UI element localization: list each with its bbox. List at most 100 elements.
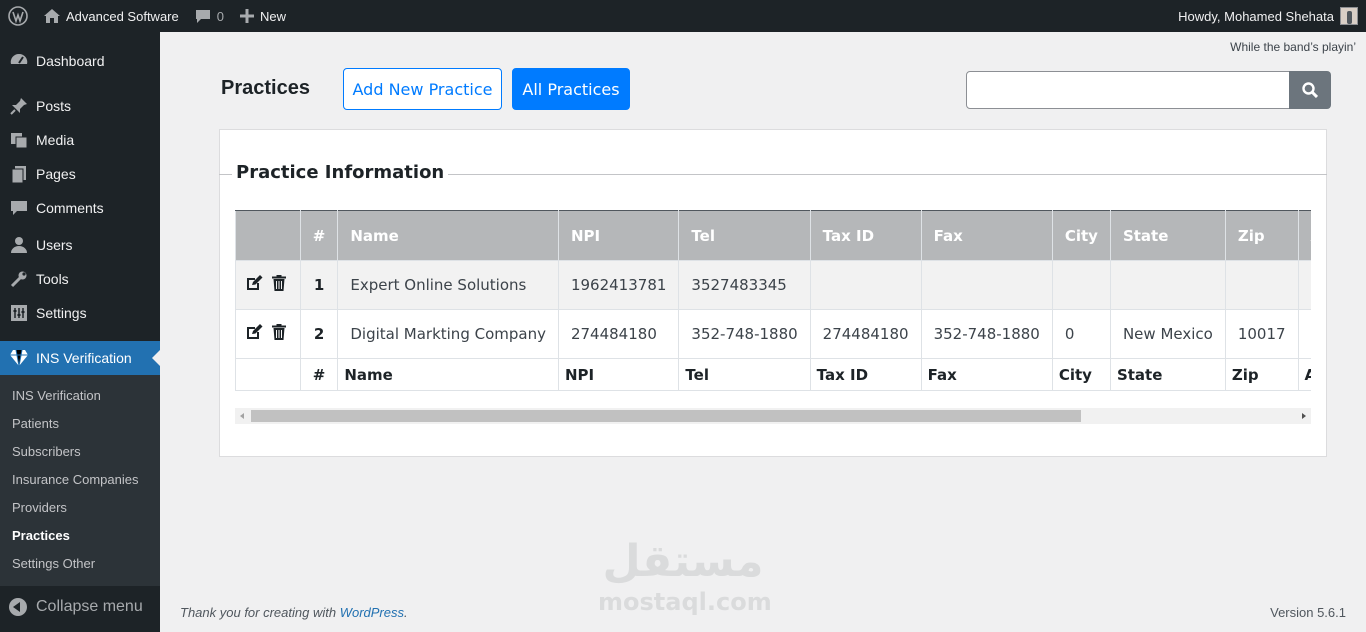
- cell-state: New Mexico: [1109, 309, 1226, 359]
- avatar: [1340, 7, 1358, 25]
- submenu-item-providers[interactable]: Providers: [12, 498, 67, 518]
- cell-city: [1051, 260, 1111, 310]
- greeting: Howdy, Mohamed Shehata: [1178, 8, 1334, 24]
- sidebar-item-label: Media: [36, 132, 75, 148]
- scroll-left-arrow-icon[interactable]: [240, 413, 244, 419]
- cell-zip: [1224, 260, 1299, 310]
- search-button[interactable]: [1289, 71, 1331, 109]
- new-content-link[interactable]: New: [232, 0, 294, 32]
- row-actions: [235, 309, 301, 359]
- admin-bar: Advanced Software 0 New Howdy, Mohamed S…: [0, 0, 1366, 32]
- header-npi[interactable]: NPI: [557, 210, 680, 261]
- add-new-practice-button[interactable]: Add New Practice: [343, 68, 502, 110]
- header-name[interactable]: Name: [337, 210, 559, 261]
- table-footer-row: # Name NPI Tel Tax ID Fax City State Zip…: [235, 358, 1311, 391]
- wordpress-link[interactable]: WordPress: [340, 605, 404, 620]
- footer-city: City: [1051, 358, 1111, 391]
- pages-icon: [9, 164, 29, 184]
- header-tel[interactable]: Tel: [678, 210, 811, 261]
- table-row: 2 Digital Markting Company 274484180 352…: [235, 309, 1311, 359]
- sidebar-item-label: Tools: [36, 271, 69, 287]
- submenu-item-settings-other[interactable]: Settings Other: [12, 554, 95, 574]
- header-fax[interactable]: Fax: [920, 210, 1053, 261]
- submenu-item-subscribers[interactable]: Subscribers: [12, 442, 81, 462]
- collapse-arrow-icon: [9, 598, 27, 616]
- comment-bubble-icon: [195, 9, 210, 23]
- plus-icon: [239, 9, 254, 23]
- footer-version: Version 5.6.1: [1270, 605, 1346, 620]
- diamond-icon: [9, 348, 29, 368]
- account-menu[interactable]: Howdy, Mohamed Shehata: [1178, 0, 1366, 32]
- watermark-arabic: مستقل: [602, 536, 764, 587]
- table-row: 1 Expert Online Solutions 1962413781 352…: [235, 260, 1311, 310]
- collapse-label: Collapse menu: [36, 598, 143, 615]
- practices-table-scroll[interactable]: # Name NPI Tel Tax ID Fax City State Zip…: [235, 210, 1311, 392]
- site-name: Advanced Software: [66, 8, 179, 24]
- cell-npi: 1962413781: [557, 260, 680, 310]
- mostaql-watermark: مستقل mostaql.com: [598, 535, 772, 615]
- cell-address: 2100 Do: [1297, 309, 1311, 359]
- footer-thanks-prefix: Thank you for creating with: [180, 605, 340, 620]
- all-practices-button[interactable]: All Practices: [512, 68, 630, 110]
- cell-name: Digital Markting Company: [337, 309, 559, 359]
- cell-name: Expert Online Solutions: [337, 260, 559, 310]
- scroll-right-arrow-icon[interactable]: [1302, 413, 1306, 419]
- footer-state: State: [1109, 358, 1226, 391]
- comments-link[interactable]: 0: [187, 0, 232, 32]
- media-icon: [9, 130, 29, 150]
- table-header-row: # Name NPI Tel Tax ID Fax City State Zip…: [235, 210, 1311, 261]
- footer-address: Address: [1297, 358, 1311, 391]
- sidebar-item-comments[interactable]: Comments: [0, 191, 160, 225]
- sidebar-item-media[interactable]: Media: [0, 123, 160, 157]
- cell-fax: 352-748-1880: [920, 309, 1053, 359]
- edit-icon[interactable]: [246, 324, 263, 344]
- edit-icon[interactable]: [246, 275, 263, 295]
- header-state[interactable]: State: [1109, 210, 1226, 261]
- submenu-item-patients[interactable]: Patients: [12, 414, 59, 434]
- settings-icon: [9, 303, 29, 323]
- header-address[interactable]: Address: [1297, 210, 1311, 261]
- submenu-item-ins-verification[interactable]: INS Verification: [12, 386, 101, 406]
- header-number[interactable]: #: [299, 210, 339, 261]
- wrench-icon: [9, 269, 29, 289]
- header-tax-id[interactable]: Tax ID: [809, 210, 922, 261]
- submenu-item-insurance-companies[interactable]: Insurance Companies: [12, 470, 138, 490]
- practice-information-legend: Practice Information: [232, 162, 449, 183]
- cell-tax-id: [809, 260, 922, 310]
- home-icon: [44, 9, 60, 23]
- collapse-menu-button[interactable]: Collapse menu: [9, 598, 143, 616]
- sidebar-item-ins-verification[interactable]: INS Verification: [0, 341, 160, 375]
- sidebar-item-users[interactable]: Users: [0, 228, 160, 262]
- sidebar-item-label: Pages: [36, 166, 76, 182]
- footer-zip: Zip: [1224, 358, 1299, 391]
- cell-number: 2: [299, 309, 339, 359]
- sidebar-item-label: Posts: [36, 98, 72, 114]
- cell-tel: 352-748-1880: [678, 309, 811, 359]
- sidebar-item-posts[interactable]: Posts: [0, 89, 160, 123]
- delete-icon[interactable]: [271, 275, 286, 295]
- practices-table: # Name NPI Tel Tax ID Fax City State Zip…: [235, 210, 1311, 391]
- sidebar-item-tools[interactable]: Tools: [0, 262, 160, 296]
- site-name-link[interactable]: Advanced Software: [36, 0, 187, 32]
- user-icon: [9, 235, 29, 255]
- scrollbar-thumb[interactable]: [251, 410, 1081, 422]
- footer-number: #: [299, 358, 339, 391]
- wordpress-logo-icon[interactable]: [0, 0, 36, 32]
- cell-tel: 3527483345: [678, 260, 811, 310]
- footer-thanks: Thank you for creating with WordPress.: [180, 605, 408, 620]
- sidebar-item-label: Comments: [36, 200, 104, 216]
- sidebar-item-dashboard[interactable]: Dashboard: [0, 44, 160, 78]
- search-input[interactable]: [966, 71, 1290, 109]
- comments-count: 0: [216, 8, 224, 24]
- sidebar-item-label: INS Verification: [36, 350, 132, 366]
- header-zip[interactable]: Zip: [1224, 210, 1299, 261]
- pin-icon: [9, 96, 29, 116]
- delete-icon[interactable]: [271, 324, 286, 344]
- submenu-item-practices[interactable]: Practices: [12, 526, 70, 546]
- sidebar-item-pages[interactable]: Pages: [0, 157, 160, 191]
- sidebar-item-settings[interactable]: Settings: [0, 296, 160, 330]
- sidebar-item-label: Users: [36, 237, 73, 253]
- horizontal-scrollbar[interactable]: [235, 408, 1311, 424]
- header-city[interactable]: City: [1051, 210, 1111, 261]
- new-label: New: [259, 8, 286, 24]
